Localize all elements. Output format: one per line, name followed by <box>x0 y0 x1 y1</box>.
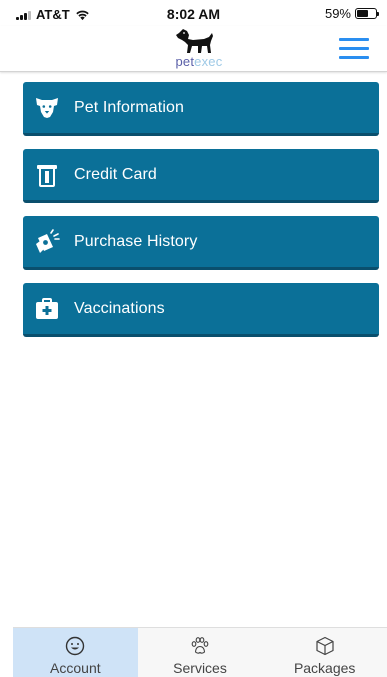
credit-card-icon <box>34 162 60 188</box>
bottom-tab-bar: Account Services Packages <box>13 627 387 677</box>
logo-text-exec: exec <box>194 54 223 69</box>
credit-card-button[interactable]: Credit Card <box>23 149 379 203</box>
dog-logo-icon <box>175 29 213 53</box>
tab-account-label: Account <box>50 660 101 676</box>
pet-information-label: Pet Information <box>74 98 184 116</box>
screen: AT&T 8:02 AM 59% petexec Pet Information… <box>0 0 387 677</box>
battery-icon <box>355 8 379 19</box>
box-icon <box>316 636 334 656</box>
credit-card-label: Credit Card <box>74 165 157 183</box>
purchase-history-label: Purchase History <box>74 232 198 250</box>
petexec-logo: petexec <box>159 27 229 69</box>
vaccinations-label: Vaccinations <box>74 299 165 317</box>
hamburger-menu-button[interactable] <box>339 38 369 60</box>
first-aid-kit-icon <box>34 296 60 322</box>
status-bar: AT&T 8:02 AM 59% <box>0 0 387 26</box>
tab-packages-label: Packages <box>293 660 356 676</box>
logo-text: petexec <box>176 55 223 68</box>
account-menu-list: Pet Information Credit Card Purchase His… <box>23 82 379 350</box>
status-right: 59% <box>324 6 379 21</box>
purchase-history-button[interactable]: Purchase History <box>23 216 379 270</box>
tab-services[interactable]: Services <box>138 628 263 677</box>
pet-information-button[interactable]: Pet Information <box>23 82 379 136</box>
app-header: petexec <box>0 26 387 72</box>
hamburger-icon-line <box>339 38 369 41</box>
battery-percent: 59% <box>324 6 351 21</box>
battery-fill <box>357 10 368 17</box>
tab-packages[interactable]: Packages <box>262 628 387 677</box>
paw-icon <box>191 637 209 654</box>
smiley-icon <box>66 636 85 656</box>
hamburger-icon-line <box>339 47 369 50</box>
dog-face-icon <box>34 95 60 121</box>
logo-text-pet: pet <box>175 54 195 69</box>
hamburger-icon-line <box>339 56 369 59</box>
vaccinations-button[interactable]: Vaccinations <box>23 283 379 337</box>
tab-services-label: Services <box>173 660 227 676</box>
money-hand-icon <box>34 228 60 255</box>
tab-account[interactable]: Account <box>13 628 138 677</box>
